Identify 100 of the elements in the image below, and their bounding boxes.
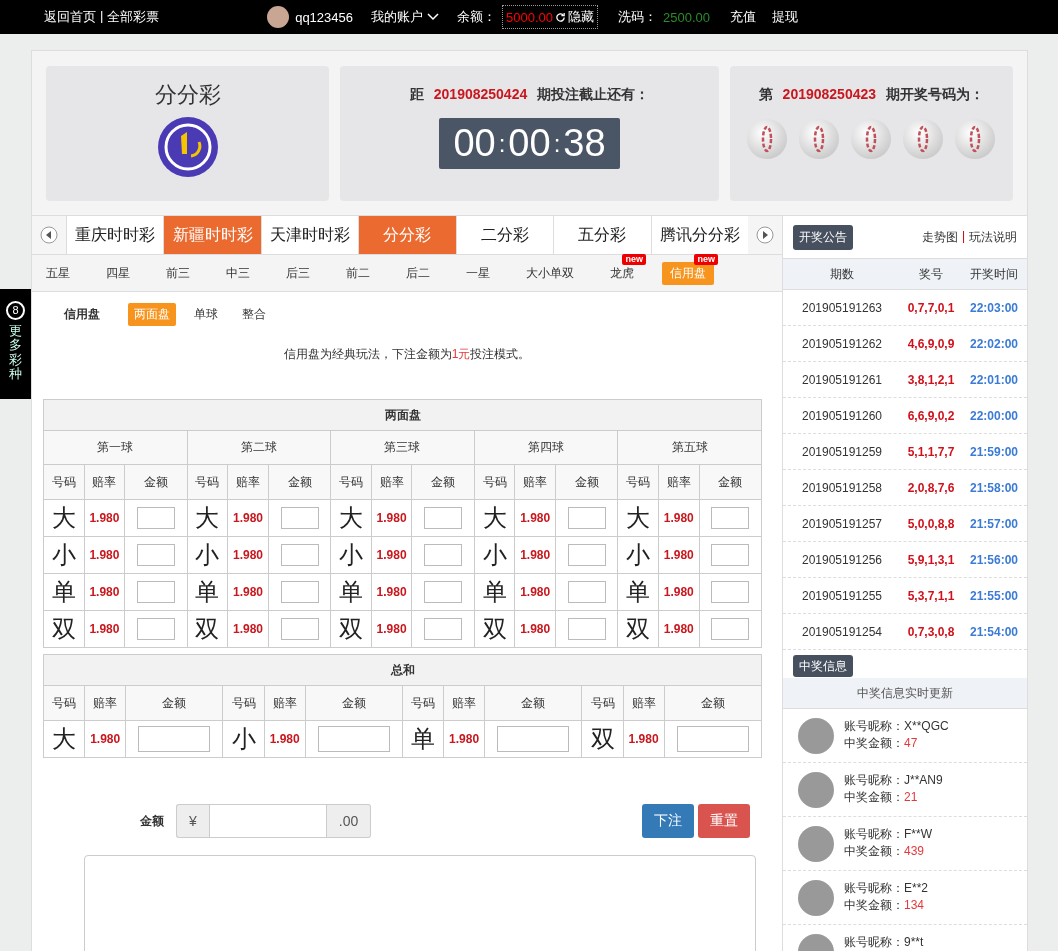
issue-number: 201905191256 xyxy=(800,552,884,567)
bet-list-area[interactable] xyxy=(84,855,756,951)
winning-numbers: 5,0,0,8,8 xyxy=(906,516,956,531)
winner-amount: 中奖金额：134 xyxy=(844,897,926,914)
odds-value: 1.980 xyxy=(84,720,126,758)
amount-input[interactable] xyxy=(711,581,750,603)
play-tab[interactable]: 前二 xyxy=(338,261,378,285)
amount-input[interactable] xyxy=(136,507,175,529)
balance-label: 余额： xyxy=(457,8,496,26)
amount-input[interactable] xyxy=(424,544,463,566)
amount-input[interactable] xyxy=(567,544,606,566)
amount-input[interactable] xyxy=(280,544,319,566)
amount-input[interactable] xyxy=(567,507,606,529)
nav-link[interactable]: 返回首页 xyxy=(44,8,96,26)
new-badge: new xyxy=(622,253,646,265)
avatar-placeholder xyxy=(798,880,834,916)
amount-input[interactable] xyxy=(424,618,463,640)
avatar-placeholder xyxy=(798,826,834,862)
info-link[interactable]: 走势图 xyxy=(921,228,958,246)
odds-value: 1.980 xyxy=(443,720,485,758)
ball-header: 第三球 xyxy=(330,430,475,465)
odds-value: 1.980 xyxy=(514,499,556,537)
play-tab[interactable]: 五星 xyxy=(38,261,78,285)
amount-input[interactable] xyxy=(424,507,463,529)
odds-value: 1.980 xyxy=(227,536,269,574)
ball-header: 第四球 xyxy=(474,430,618,465)
draw-time: 22:03:00 xyxy=(968,300,1019,315)
mode-tab[interactable]: 单球 xyxy=(188,303,224,326)
column-header: 期数 xyxy=(829,265,855,283)
odds-value: 1.980 xyxy=(371,573,412,611)
issue-number: 201905191259 xyxy=(800,444,884,459)
play-tab[interactable]: 后三 xyxy=(278,261,318,285)
play-tab[interactable]: 四星 xyxy=(98,261,138,285)
play-tab[interactable]: 后二 xyxy=(398,261,438,285)
odds-value: 1.980 xyxy=(658,573,700,611)
new-badge: new xyxy=(694,253,718,265)
amount-input[interactable] xyxy=(280,581,319,603)
amount-input[interactable] xyxy=(317,726,390,752)
table-title: 两面盘 xyxy=(43,399,762,431)
winner-nickname: 账号昵称：F**W xyxy=(844,826,932,843)
issue-number: 201905191254 xyxy=(800,624,884,639)
lottery-title: 分分彩 xyxy=(154,81,221,109)
amount-input[interactable] xyxy=(567,581,606,603)
account-menu[interactable]: 我的账户 xyxy=(371,8,439,26)
bet-amount-input[interactable] xyxy=(208,804,327,838)
odds-value: 1.980 xyxy=(84,573,125,611)
separator: | xyxy=(100,8,104,25)
amount-input[interactable] xyxy=(280,507,319,529)
nav-link[interactable]: 全部彩票 xyxy=(107,8,160,26)
amount-input[interactable] xyxy=(136,618,175,640)
bet-option: 单 xyxy=(187,573,228,611)
amount-input[interactable] xyxy=(676,726,749,752)
next-button[interactable] xyxy=(747,216,782,254)
lottery-tab[interactable]: 二分彩 xyxy=(455,216,554,254)
more-lotteries-tab[interactable]: 8 更多彩种 xyxy=(0,289,31,399)
draw-time: 21:59:00 xyxy=(968,444,1019,459)
column-header: 奖号 xyxy=(918,265,944,283)
amount-input[interactable] xyxy=(138,726,211,752)
hide-link[interactable]: 隐藏 xyxy=(568,8,594,26)
issue-number: 201905191255 xyxy=(800,588,884,603)
bet-option: 双 xyxy=(330,610,372,648)
mode-tab[interactable]: 整合 xyxy=(236,303,272,326)
bet-option: 大 xyxy=(330,499,372,537)
amount-input[interactable] xyxy=(711,618,750,640)
winner-nickname: 账号昵称：E**2 xyxy=(844,880,929,897)
previous-button[interactable] xyxy=(32,216,66,254)
amount-input[interactable] xyxy=(711,507,750,529)
info-link[interactable]: 玩法说明 xyxy=(969,228,1017,246)
amount-input[interactable] xyxy=(497,726,570,752)
draw-time: 22:01:00 xyxy=(968,372,1019,387)
play-tab[interactable]: 中三 xyxy=(218,261,258,285)
play-tab[interactable]: 一星 xyxy=(458,261,498,285)
form-button[interactable]: 重置 xyxy=(698,804,750,838)
amount-input[interactable] xyxy=(711,544,750,566)
section-badge: 中奖信息 xyxy=(793,655,853,677)
bet-option: 大 xyxy=(43,720,85,758)
draw-time: 21:58:00 xyxy=(968,480,1019,495)
column-header: 号码 xyxy=(474,464,515,500)
amount-input[interactable] xyxy=(280,618,319,640)
bet-option: 单 xyxy=(474,573,515,611)
rules-notice: 信用盘为经典玩法，下注金额为1元投注模式。 xyxy=(282,346,532,363)
bet-option: 单 xyxy=(43,573,85,611)
mode-label: 信用盘 xyxy=(64,306,100,323)
amount-input[interactable] xyxy=(136,544,175,566)
amount-input[interactable] xyxy=(136,581,175,603)
refresh-icon[interactable] xyxy=(555,11,566,23)
bet-option: 大 xyxy=(474,499,515,537)
play-tab[interactable]: 前三 xyxy=(158,261,198,285)
winning-numbers: 0,7,3,0,8 xyxy=(906,624,956,639)
play-tab[interactable]: 大小单双 xyxy=(518,261,582,285)
amount-input[interactable] xyxy=(424,581,463,603)
column-header: 赔率 xyxy=(84,464,125,500)
amount-input[interactable] xyxy=(567,618,606,640)
winner-nickname: 账号昵称：9**t xyxy=(844,934,924,951)
odds-value: 1.980 xyxy=(514,573,556,611)
user-avatar xyxy=(267,6,290,28)
top-action-link[interactable]: 充值 xyxy=(730,8,756,26)
top-action-link[interactable]: 提现 xyxy=(772,8,798,26)
form-button[interactable]: 下注 xyxy=(642,804,694,838)
draw-time: 21:54:00 xyxy=(968,624,1019,639)
